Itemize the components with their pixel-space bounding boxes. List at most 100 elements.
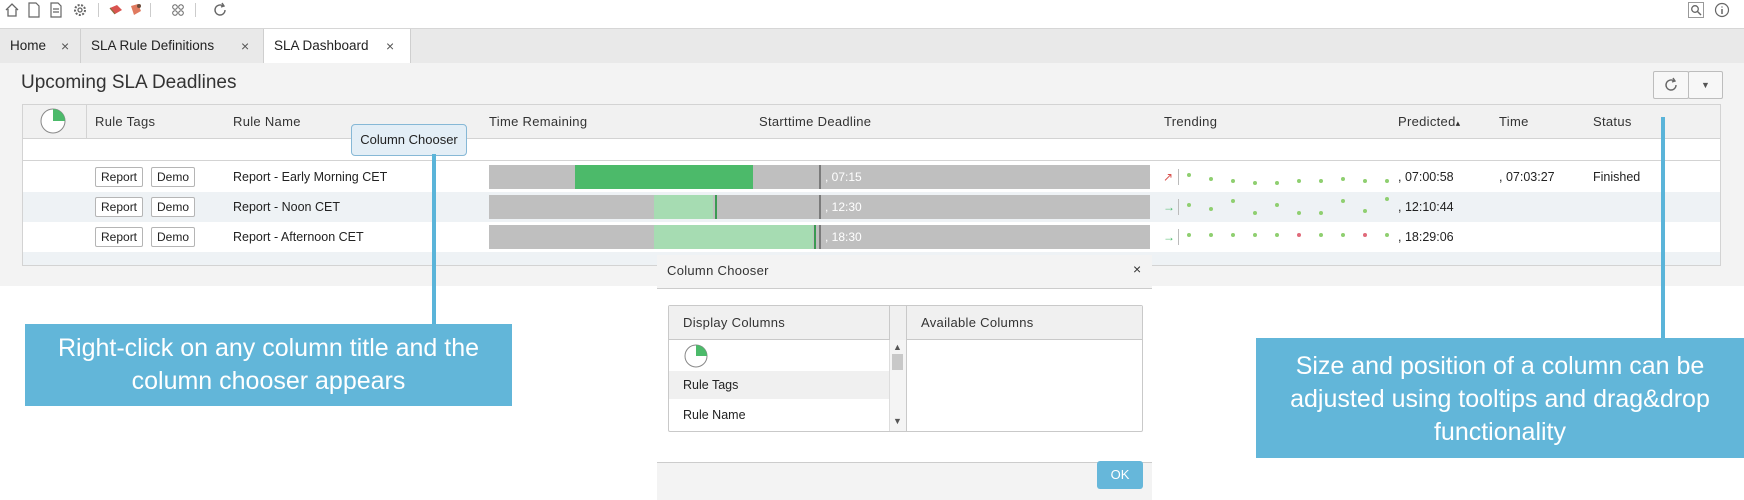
refresh-button[interactable] bbox=[1653, 71, 1689, 99]
column-header-label: Predicted bbox=[1398, 114, 1456, 129]
deadline-marker bbox=[819, 225, 821, 249]
toolbar bbox=[0, 0, 1744, 22]
available-columns-header: Available Columns bbox=[906, 306, 1142, 340]
tool-b-icon[interactable] bbox=[128, 2, 144, 18]
display-columns-header: Display Columns bbox=[669, 306, 889, 340]
trend-separator bbox=[1178, 229, 1179, 245]
trend-dot bbox=[1297, 179, 1301, 183]
predicted-cell: , 12:10:44 bbox=[1398, 200, 1454, 214]
predicted-cell: , 07:00:58 bbox=[1398, 170, 1454, 184]
tab-sla-dashboard[interactable]: SLA Dashboard × bbox=[264, 29, 411, 64]
tag-button[interactable]: Demo bbox=[151, 227, 196, 247]
tab-label: Home bbox=[10, 38, 47, 53]
trend-dot bbox=[1363, 179, 1367, 183]
tab-label: SLA Rule Definitions bbox=[91, 38, 215, 53]
scroll-down-icon[interactable]: ▼ bbox=[893, 416, 902, 426]
trend-dot bbox=[1275, 181, 1279, 185]
trend-dot bbox=[1209, 233, 1213, 237]
deadline-marker bbox=[819, 195, 821, 219]
close-icon[interactable]: × bbox=[1133, 261, 1141, 277]
options-dropdown-button[interactable]: ▼ bbox=[1688, 71, 1723, 99]
trend-dot bbox=[1275, 233, 1279, 237]
deadline-cell: , 12:30 bbox=[825, 200, 862, 214]
column-lists: Display Columns Available Columns Rule T… bbox=[668, 305, 1143, 432]
table-row[interactable]: Report Demo Report - Noon CET , 12:30 → … bbox=[23, 192, 1720, 222]
trend-dot bbox=[1253, 233, 1257, 237]
close-icon[interactable]: × bbox=[61, 29, 69, 63]
column-chooser-dialog: Column Chooser × Display Columns Availab… bbox=[657, 255, 1152, 500]
search-icon[interactable] bbox=[1688, 2, 1704, 18]
pie-progress-icon bbox=[684, 344, 708, 368]
column-header-rule-name[interactable]: Rule Name bbox=[233, 105, 301, 138]
tag-button[interactable]: Demo bbox=[151, 167, 196, 187]
new-document-icon[interactable] bbox=[26, 2, 42, 18]
trend-dot bbox=[1385, 233, 1389, 237]
predicted-cell: , 18:29:06 bbox=[1398, 230, 1454, 244]
table-row[interactable]: Report Demo Report - Afternoon CET , 18:… bbox=[23, 222, 1720, 252]
tag-button[interactable]: Report bbox=[95, 197, 144, 217]
list-item[interactable]: Rule Name bbox=[669, 401, 889, 429]
info-icon[interactable] bbox=[1714, 2, 1730, 18]
close-icon[interactable]: × bbox=[241, 29, 249, 63]
list-item-progress-icon[interactable] bbox=[669, 342, 889, 370]
trend-flat-icon: → bbox=[1163, 200, 1175, 214]
trend-dot bbox=[1231, 199, 1235, 203]
sla-grid: Rule Tags Rule Name Time Remaining Start… bbox=[22, 104, 1721, 266]
trend-dot bbox=[1209, 177, 1213, 181]
pie-progress-icon bbox=[40, 108, 66, 134]
tool-a-icon[interactable] bbox=[108, 2, 124, 18]
tag-button[interactable]: Report bbox=[95, 167, 144, 187]
close-icon[interactable]: × bbox=[386, 29, 394, 63]
rule-name-cell: Report - Early Morning CET bbox=[233, 170, 388, 184]
toolbar-separator bbox=[195, 3, 196, 17]
column-header-predicted[interactable]: Predicted▴ bbox=[1398, 105, 1460, 138]
scroll-up-icon[interactable]: ▲ bbox=[893, 342, 902, 352]
column-header-time-remaining[interactable]: Time Remaining bbox=[489, 105, 587, 138]
filter-row[interactable] bbox=[23, 138, 1720, 161]
now-marker bbox=[715, 195, 717, 219]
tab-sla-rule-definitions[interactable]: SLA Rule Definitions × bbox=[81, 29, 264, 63]
progress-fill bbox=[575, 165, 753, 189]
trend-dot bbox=[1341, 233, 1345, 237]
tag-button[interactable]: Report bbox=[95, 227, 144, 247]
column-header-icon[interactable] bbox=[23, 105, 87, 138]
trend-dot bbox=[1231, 233, 1235, 237]
now-marker bbox=[814, 225, 816, 249]
toolbar-separator bbox=[150, 3, 151, 17]
deadline-cell: , 18:30 bbox=[825, 230, 862, 244]
gear-icon[interactable] bbox=[72, 2, 88, 18]
trend-dot bbox=[1187, 233, 1191, 237]
callout-right: Size and position of a column can be adj… bbox=[1256, 338, 1744, 458]
dialog-body: Display Columns Available Columns Rule T… bbox=[657, 288, 1152, 463]
column-header-starttime-deadline[interactable]: Starttime Deadline bbox=[759, 105, 871, 138]
trend-dot bbox=[1297, 233, 1301, 237]
trend-dot bbox=[1231, 179, 1235, 183]
deadline-cell: , 07:15 bbox=[825, 170, 862, 184]
column-header-trending[interactable]: Trending bbox=[1164, 105, 1217, 138]
trend-dot bbox=[1319, 211, 1323, 215]
progress-fill bbox=[654, 195, 713, 219]
trend-dot bbox=[1363, 233, 1367, 237]
column-header-rule-tags[interactable]: Rule Tags bbox=[95, 105, 155, 138]
network-icon[interactable] bbox=[170, 2, 186, 18]
refresh-icon[interactable] bbox=[212, 2, 228, 18]
scroll-thumb[interactable] bbox=[892, 354, 903, 370]
callout-left: Right-click on any column title and the … bbox=[25, 324, 512, 406]
column-header-time[interactable]: Time bbox=[1499, 105, 1529, 138]
tab-home[interactable]: Home × bbox=[0, 29, 81, 63]
trend-dot bbox=[1187, 203, 1191, 207]
trend-dot bbox=[1341, 177, 1345, 181]
column-chooser-tooltip: Column Chooser bbox=[351, 124, 467, 156]
trend-dot bbox=[1341, 199, 1345, 203]
table-row[interactable]: Report Demo Report - Early Morning CET ,… bbox=[23, 162, 1720, 192]
list-item[interactable]: Rule Tags bbox=[669, 371, 889, 399]
ok-button[interactable]: OK bbox=[1097, 461, 1143, 489]
report-icon[interactable] bbox=[48, 2, 64, 18]
scrollbar[interactable]: ▲ ▼ bbox=[889, 340, 906, 431]
trend-dot bbox=[1297, 211, 1301, 215]
trend-up-icon: ↗ bbox=[1163, 170, 1174, 184]
column-header-status[interactable]: Status bbox=[1593, 105, 1632, 138]
home-icon[interactable] bbox=[4, 2, 20, 18]
tag-button[interactable]: Demo bbox=[151, 197, 196, 217]
trend-dot bbox=[1385, 197, 1389, 201]
